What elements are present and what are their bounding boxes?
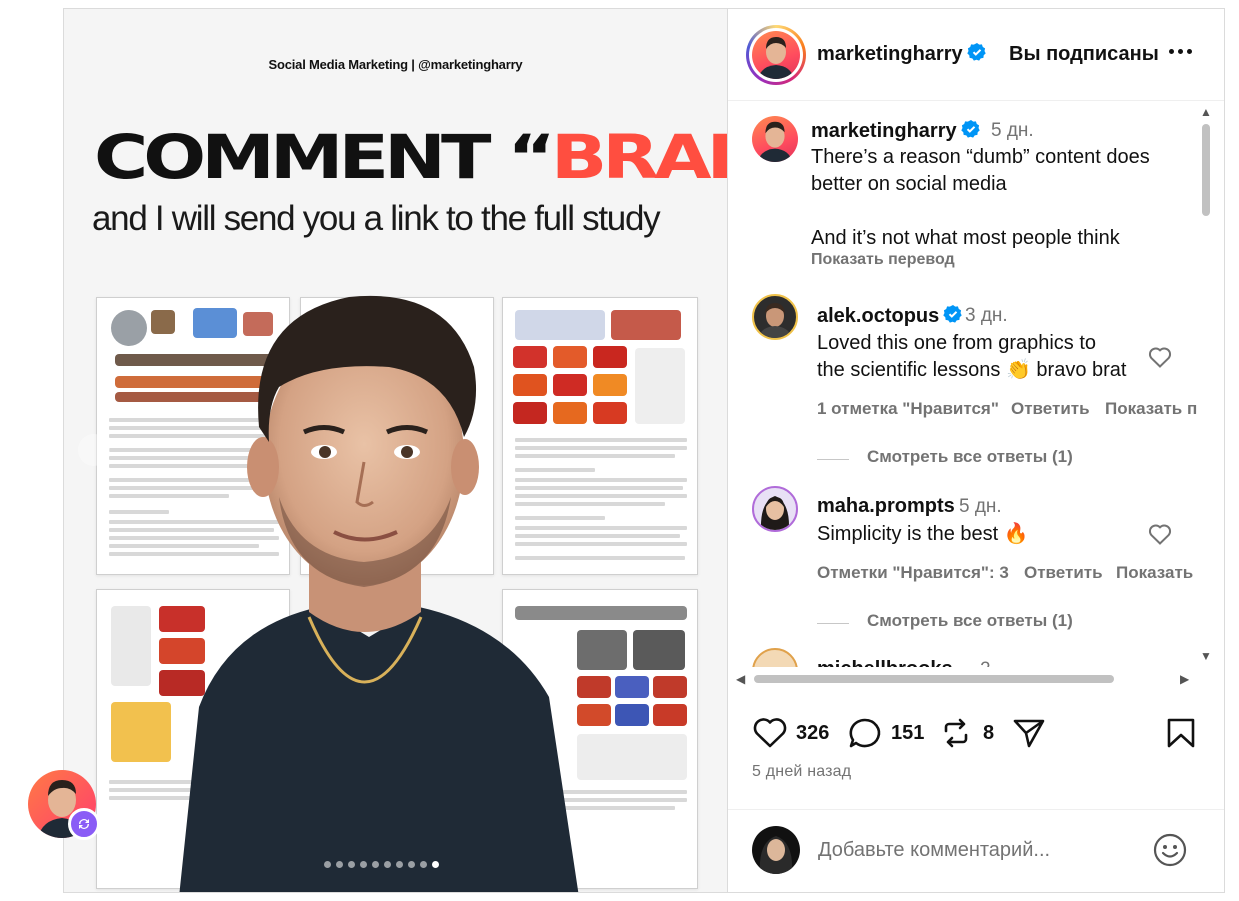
carousel-dots — [324, 861, 439, 868]
scrollbar-thumb[interactable] — [1202, 124, 1210, 216]
comment-reply-button[interactable]: Ответить — [1024, 563, 1103, 583]
headline-part1: COMMENT “ — [94, 122, 556, 193]
comments-horizontal-scrollbar[interactable]: ◀ ▶ — [728, 667, 1198, 691]
carousel-dot-active[interactable] — [432, 861, 439, 868]
comment-username[interactable]: alek.octopus — [817, 304, 963, 328]
emoji-picker-icon[interactable] — [1152, 832, 1188, 868]
add-comment-input[interactable]: Добавьте комментарий... — [818, 839, 1050, 862]
save-bookmark-icon[interactable] — [1166, 717, 1196, 749]
headline-highlight: BRAIN — [550, 122, 728, 193]
post-side-panel: marketingharry Вы подписаны marketinghar… — [728, 8, 1225, 893]
caption-line-1: There’s a reason “dumb” content does — [811, 146, 1150, 168]
current-user-avatar — [752, 826, 800, 874]
comment-text-line-2: the scientific lessons 👏 bravo brat — [817, 359, 1127, 381]
comment-avatar[interactable] — [752, 294, 798, 340]
like-heart-icon[interactable] — [752, 717, 788, 749]
scrollbar-thumb[interactable] — [754, 675, 1114, 683]
caption-username[interactable]: marketingharry — [811, 119, 981, 143]
caption-time[interactable]: 5 дн. — [991, 120, 1034, 142]
carousel-dot[interactable] — [396, 861, 403, 868]
verified-badge-icon — [966, 43, 986, 61]
comment-likes-count[interactable]: 1 отметка "Нравится" — [817, 399, 999, 419]
show-translation-link[interactable]: Показать перевод — [811, 251, 955, 269]
comment-show-link[interactable]: Показать п — [1105, 399, 1197, 419]
caption-line-3: And it’s not what most people think — [811, 227, 1120, 249]
comment-time[interactable]: 5 дн. — [959, 496, 1002, 518]
sync-icon[interactable] — [68, 808, 100, 840]
follow-status-button[interactable]: Вы подписаны — [1009, 43, 1159, 66]
author-username-link[interactable]: marketingharry — [817, 42, 987, 66]
comment-text-line-1: Loved this one from graphics to — [817, 332, 1097, 354]
repost-icon[interactable] — [940, 717, 972, 749]
view-replies-button[interactable]: Смотреть все ответы (1) — [867, 447, 1073, 467]
posted-time[interactable]: 5 дней назад — [752, 763, 851, 781]
comment-likes-count[interactable]: Отметки "Нравится": 3 — [817, 563, 1009, 583]
comment-time[interactable]: 3 дн. — [965, 305, 1008, 327]
post-media[interactable]: Social Media Marketing | @marketingharry… — [63, 8, 728, 893]
scroll-left-icon[interactable]: ◀ — [736, 673, 745, 685]
reposts-count[interactable]: 8 — [983, 722, 994, 745]
share-send-icon[interactable] — [1012, 717, 1046, 749]
carousel-dot[interactable] — [336, 861, 343, 868]
carousel-prev-button[interactable] — [78, 434, 110, 466]
carousel-dot[interactable] — [384, 861, 391, 868]
more-options-icon[interactable] — [1169, 39, 1195, 63]
media-subheadline: and I will send you a link to the full s… — [92, 199, 661, 238]
verified-badge-icon — [943, 305, 962, 323]
caption-line-2: better on social media — [811, 173, 1007, 195]
comment-username[interactable]: maha.prompts — [817, 495, 955, 518]
comments-list[interactable]: marketingharry 5 дн. There’s a reason “d… — [728, 102, 1210, 667]
comments-vertical-scrollbar[interactable]: ▲ ▼ — [1198, 102, 1213, 667]
comment-avatar[interactable] — [752, 648, 798, 667]
scroll-right-icon[interactable]: ▶ — [1180, 673, 1189, 685]
comment-reply-button[interactable]: Ответить — [1011, 399, 1090, 419]
carousel-dot[interactable] — [324, 861, 331, 868]
person-portrait-image — [179, 295, 579, 892]
verified-badge-icon — [960, 120, 980, 138]
carousel-dot[interactable] — [360, 861, 367, 868]
scroll-up-icon[interactable]: ▲ — [1200, 106, 1212, 118]
media-headline: COMMENT “BRAIN“ — [94, 127, 727, 188]
comment-username[interactable]: michellbrooks — [817, 658, 953, 667]
comment-text-line-1: Simplicity is the best 🔥 — [817, 523, 1029, 545]
comment-avatar[interactable] — [752, 486, 798, 532]
scroll-down-icon[interactable]: ▼ — [1200, 650, 1212, 662]
likes-count[interactable]: 326 — [796, 722, 829, 745]
comment-like-icon[interactable] — [1148, 523, 1172, 545]
author-avatar[interactable] — [752, 31, 800, 79]
media-header-text: Social Media Marketing | @marketingharry — [268, 57, 523, 72]
carousel-dot[interactable] — [348, 861, 355, 868]
carousel-dot[interactable] — [420, 861, 427, 868]
comment-like-icon[interactable] — [1148, 346, 1172, 368]
comment-bubble-icon[interactable] — [847, 716, 883, 750]
carousel-dot[interactable] — [372, 861, 379, 868]
comment-time[interactable]: 2 — [980, 659, 991, 667]
carousel-dot[interactable] — [408, 861, 415, 868]
comments-count[interactable]: 151 — [891, 722, 924, 745]
caption-avatar[interactable] — [752, 116, 798, 162]
view-replies-button[interactable]: Смотреть все ответы (1) — [867, 611, 1073, 631]
post-header: marketingharry Вы подписаны — [728, 9, 1224, 101]
comment-show-link[interactable]: Показать — [1116, 563, 1193, 583]
add-comment-bar: Добавьте комментарий... — [728, 809, 1224, 893]
author-username[interactable]: marketingharry — [817, 43, 963, 65]
